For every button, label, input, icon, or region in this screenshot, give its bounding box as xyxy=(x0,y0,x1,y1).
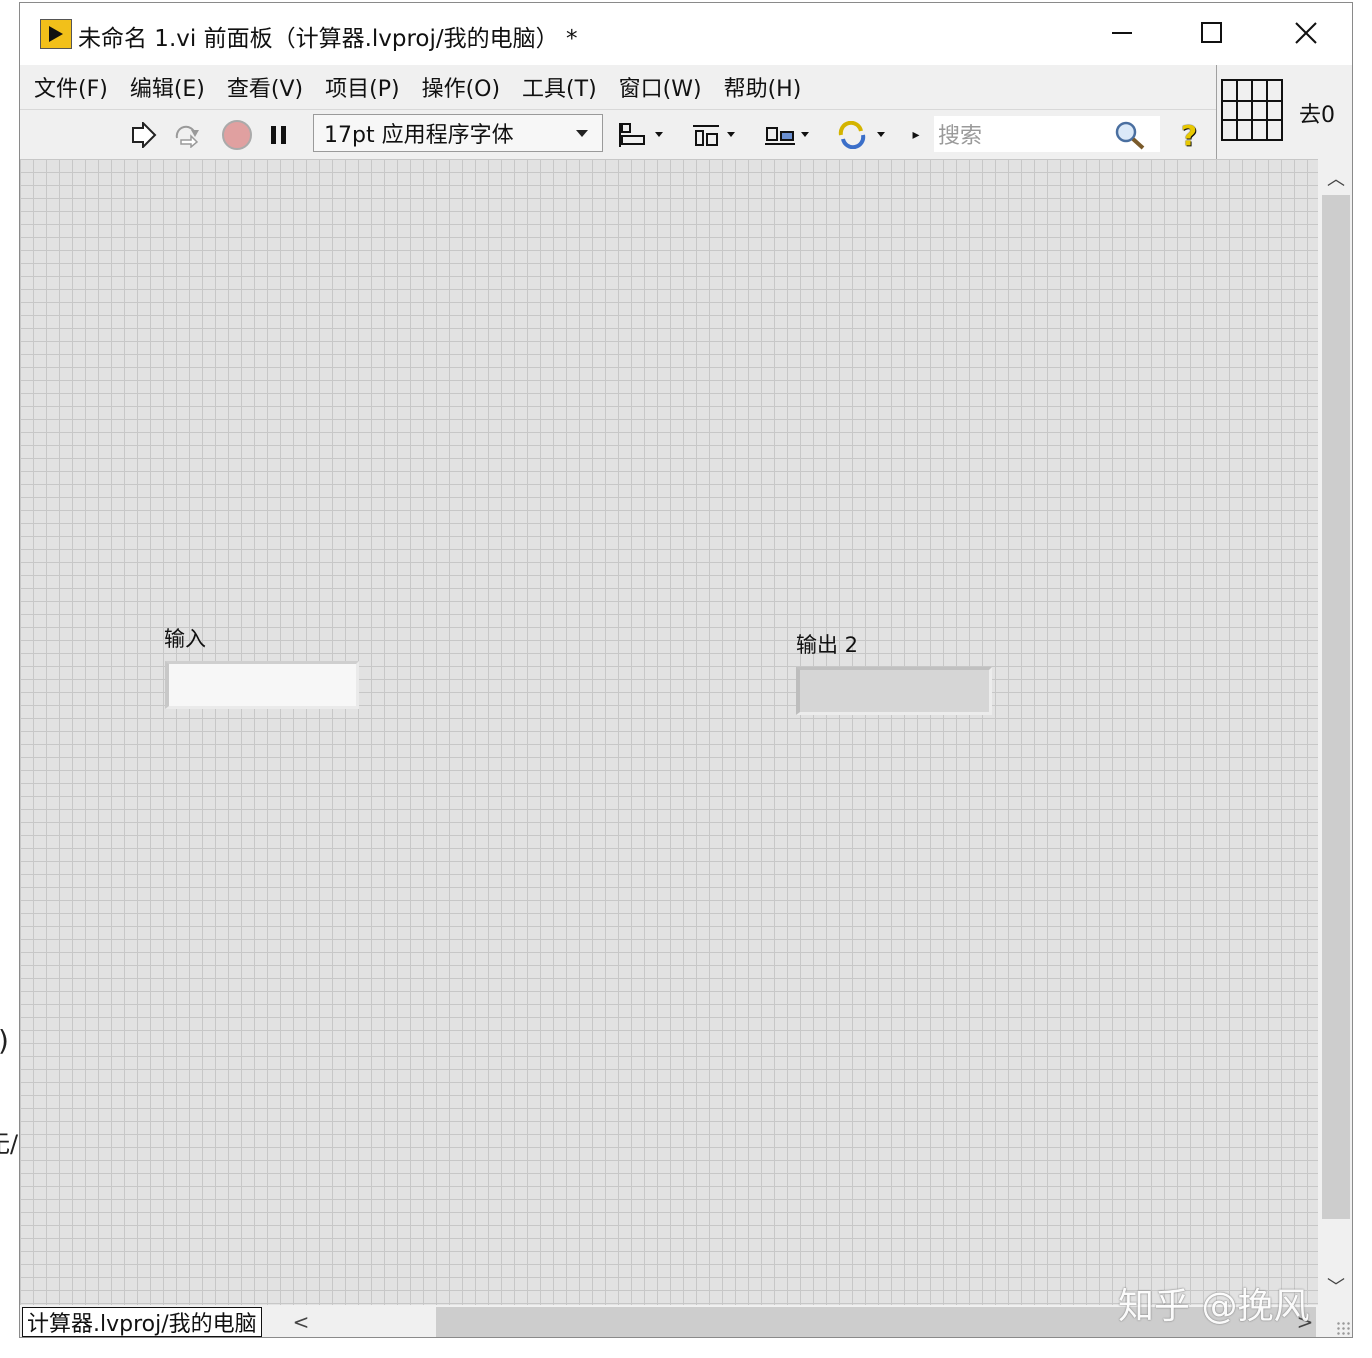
menu-view[interactable]: 查看(V) xyxy=(227,71,303,103)
run-arrow-icon xyxy=(132,122,157,148)
output-numeric-indicator[interactable] xyxy=(796,667,992,715)
scroll-down-icon[interactable]: ﹀ xyxy=(1318,1275,1352,1298)
pause-button[interactable] xyxy=(266,122,292,148)
resize-objects-icon xyxy=(765,127,809,145)
resize-grip-icon[interactable] xyxy=(1336,1321,1350,1335)
background-glyph-paren: ) xyxy=(0,1024,9,1057)
abort-icon xyxy=(222,120,252,150)
labview-front-panel-window: 未命名 1.vi 前面板（计算器.lvproj/我的电脑） * 文件(F) 编辑… xyxy=(19,2,1353,1338)
vi-icon[interactable]: 去0 xyxy=(1299,97,1335,129)
front-panel-canvas[interactable]: 输入 输出 2 xyxy=(20,159,1318,1305)
abort-button[interactable] xyxy=(220,120,254,150)
minimize-button[interactable] xyxy=(1092,13,1152,53)
close-icon xyxy=(1295,22,1317,44)
run-button[interactable] xyxy=(128,122,158,148)
connector-pane[interactable] xyxy=(1221,79,1283,141)
input-numeric-control[interactable] xyxy=(165,661,359,709)
connector-pane-area: 去0 xyxy=(1216,65,1352,159)
search-placeholder: 搜索 xyxy=(938,124,983,149)
reorder-icon xyxy=(838,121,885,149)
menu-bar: 文件(F) 编辑(E) 查看(V) 项目(P) 操作(O) 工具(T) 窗口(W… xyxy=(20,65,1216,109)
menu-window[interactable]: 窗口(W) xyxy=(619,71,702,103)
menu-help[interactable]: 帮助(H) xyxy=(724,71,802,103)
menu-operate[interactable]: 操作(O) xyxy=(422,71,500,103)
resize-objects-button[interactable] xyxy=(762,122,814,148)
maximize-icon xyxy=(1201,22,1222,43)
distribute-objects-icon xyxy=(693,125,735,146)
font-selector[interactable]: 17pt 应用程序字体 xyxy=(313,114,603,152)
vertical-scrollbar[interactable]: ︿ ﹀ xyxy=(1318,159,1352,1305)
font-selector-value: 17pt 应用程序字体 xyxy=(324,123,514,148)
search-button[interactable] xyxy=(1112,121,1148,150)
toolbar: 17pt 应用程序字体 ▸ 搜索 ? xyxy=(20,109,1216,160)
context-help-button[interactable]: ? xyxy=(1176,119,1202,152)
menu-project[interactable]: 项目(P) xyxy=(325,71,399,103)
scroll-up-icon[interactable]: ︿ xyxy=(1318,165,1352,191)
window-title: 未命名 1.vi 前面板（计算器.lvproj/我的电脑） * xyxy=(78,26,578,52)
chevron-down-icon xyxy=(576,130,588,137)
vertical-scroll-thumb[interactable] xyxy=(1322,195,1350,1219)
search-expand-icon[interactable]: ▸ xyxy=(908,122,924,148)
watermark-text: 知乎 @挽风 xyxy=(1118,1286,1310,1327)
align-objects-icon xyxy=(619,123,663,147)
labview-vi-icon xyxy=(40,19,72,49)
background-glyph-text: 无/ xyxy=(0,1130,19,1158)
application-instance-label[interactable]: 计算器.lvproj/我的电脑 xyxy=(22,1307,262,1337)
pause-icon xyxy=(271,126,286,144)
input-control-label[interactable]: 输入 xyxy=(164,623,206,653)
close-button[interactable] xyxy=(1276,13,1336,53)
help-icon: ? xyxy=(1180,118,1198,152)
maximize-button[interactable] xyxy=(1182,13,1242,53)
scroll-left-icon[interactable]: < xyxy=(288,1309,314,1335)
title-bar: 未命名 1.vi 前面板（计算器.lvproj/我的电脑） * xyxy=(20,3,1352,65)
output-indicator-label[interactable]: 输出 2 xyxy=(796,629,858,659)
run-continuously-button[interactable] xyxy=(170,122,204,148)
distribute-objects-button[interactable] xyxy=(690,122,742,148)
menu-file[interactable]: 文件(F) xyxy=(34,71,108,103)
menu-edit[interactable]: 编辑(E) xyxy=(130,71,205,103)
reorder-button[interactable] xyxy=(836,121,890,149)
align-objects-button[interactable] xyxy=(618,122,670,148)
run-continuously-icon xyxy=(175,125,199,148)
menu-tools[interactable]: 工具(T) xyxy=(522,71,597,103)
minimize-icon xyxy=(1112,32,1132,34)
search-icon xyxy=(1115,121,1145,150)
